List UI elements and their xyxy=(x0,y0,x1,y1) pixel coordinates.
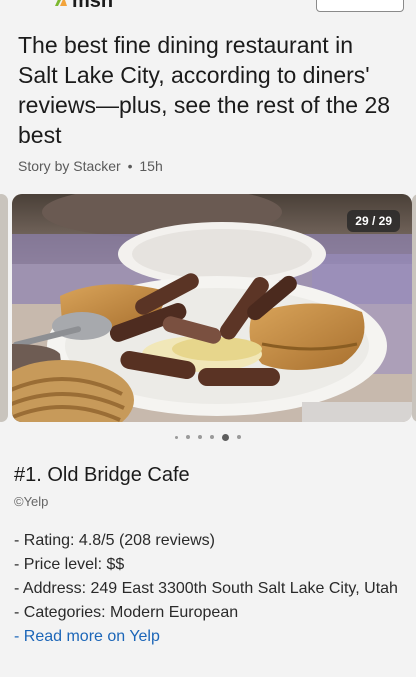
next-slide-peek[interactable] xyxy=(412,194,416,422)
image-credit: ©Yelp xyxy=(14,494,49,509)
read-more-link[interactable]: Read more on Yelp xyxy=(24,628,160,645)
listing-card: #1. Old Bridge Cafe ©Yelp - Rating: 4.8/… xyxy=(14,462,404,649)
article-title: The best fine dining restaurant in Salt … xyxy=(18,32,391,148)
brand-text[interactable]: msn xyxy=(72,0,113,13)
byline-author[interactable]: Story by Stacker xyxy=(18,158,121,174)
byline-time: 15h xyxy=(139,158,163,174)
top-bar: msn xyxy=(0,0,416,14)
slide-photo[interactable]: 29 / 29 xyxy=(12,194,412,422)
byline: Story by Stacker • 15h xyxy=(18,158,163,174)
sign-in-button[interactable] xyxy=(316,0,404,12)
listing-heading: #1. Old Bridge Cafe xyxy=(14,464,190,486)
slide-counter-badge: 29 / 29 xyxy=(347,210,400,232)
previous-slide-peek[interactable] xyxy=(0,194,8,422)
pagination-dot[interactable] xyxy=(237,435,241,439)
categories-line: - Categories: Modern European xyxy=(14,604,239,621)
listing-details: - Rating: 4.8/5 (208 reviews) - Price le… xyxy=(14,529,404,649)
pagination-dot-active[interactable] xyxy=(222,434,229,441)
price-line: - Price level: $$ xyxy=(14,556,125,573)
read-more-line: - Read more on Yelp xyxy=(14,625,404,649)
pagination-dot[interactable] xyxy=(186,435,190,439)
byline-separator: • xyxy=(127,158,133,174)
carousel-pagination xyxy=(0,432,416,442)
image-carousel[interactable]: 29 / 29 xyxy=(0,194,416,422)
pagination-dot[interactable] xyxy=(198,435,202,439)
pagination-dot[interactable] xyxy=(175,436,178,439)
pagination-dot[interactable] xyxy=(210,435,214,439)
link-prefix: - xyxy=(14,628,24,645)
address-line: - Address: 249 East 3300th South Salt La… xyxy=(14,580,398,597)
msn-logo-icon xyxy=(55,0,67,6)
rating-line: - Rating: 4.8/5 (208 reviews) xyxy=(14,532,215,549)
